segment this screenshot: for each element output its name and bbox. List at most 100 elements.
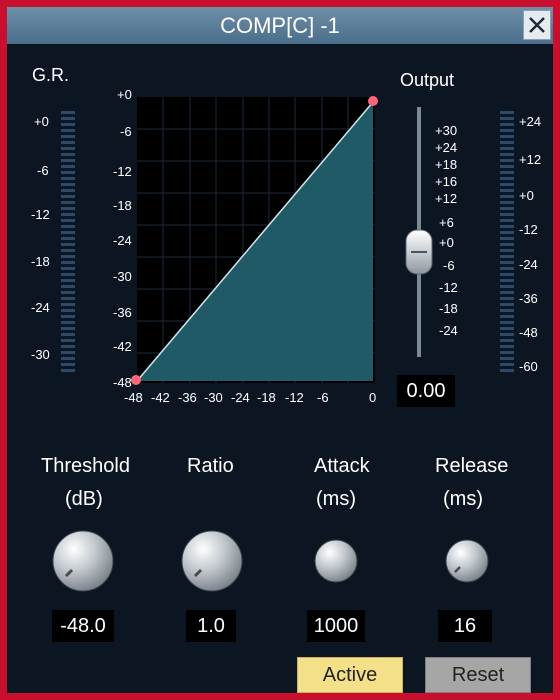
meter-segment bbox=[500, 201, 514, 204]
meter-segment bbox=[500, 315, 514, 318]
graph-x-tick: -42 bbox=[151, 390, 170, 405]
graph-x-tick: -48 bbox=[124, 390, 143, 405]
meter-segment bbox=[500, 273, 514, 276]
fader-tick: +18 bbox=[435, 157, 458, 172]
meter-segment bbox=[500, 219, 514, 222]
fader-tick: +30 bbox=[435, 123, 458, 138]
output-meter-tick: +0 bbox=[519, 188, 534, 203]
meter-segment bbox=[500, 195, 514, 198]
release-unit: (ms) bbox=[443, 488, 483, 510]
meter-segment bbox=[500, 339, 514, 342]
meter-segment bbox=[500, 297, 514, 300]
attack-unit: (ms) bbox=[316, 488, 356, 510]
ratio-label: Ratio bbox=[187, 455, 234, 477]
fader-tick: +16 bbox=[435, 174, 458, 189]
output-label: Output bbox=[400, 70, 455, 90]
threshold-unit: (dB) bbox=[65, 488, 103, 510]
meter-segment bbox=[500, 123, 514, 126]
attack-value[interactable]: 1000 bbox=[307, 610, 365, 642]
meter-segment bbox=[500, 285, 514, 288]
threshold-label: Threshold bbox=[41, 455, 130, 477]
reset-button[interactable]: Reset bbox=[425, 657, 531, 693]
meter-segment bbox=[500, 267, 514, 270]
meter-segment bbox=[500, 345, 514, 348]
meter-segment bbox=[500, 321, 514, 324]
meter-segment bbox=[500, 147, 514, 150]
meter-segment bbox=[500, 141, 514, 144]
meter-segment bbox=[500, 171, 514, 174]
attack-label: Attack bbox=[314, 455, 370, 477]
output-meter-tick: -24 bbox=[519, 257, 538, 272]
meter-segment bbox=[500, 135, 514, 138]
meter-segment bbox=[500, 117, 514, 120]
graph-y-tick: -48 bbox=[113, 375, 132, 390]
meter-segment bbox=[500, 261, 514, 264]
meter-segment bbox=[500, 255, 514, 258]
graph-y-tick: -18 bbox=[113, 198, 132, 213]
output-fader-handle[interactable] bbox=[405, 229, 433, 275]
meter-segment bbox=[500, 291, 514, 294]
meter-segment bbox=[500, 129, 514, 132]
meter-segment bbox=[500, 357, 514, 360]
meter-segment bbox=[500, 309, 514, 312]
meter-segment bbox=[500, 225, 514, 228]
graph-y-tick: -42 bbox=[113, 339, 132, 354]
meter-segment bbox=[500, 189, 514, 192]
meter-segment bbox=[500, 177, 514, 180]
graph-x-tick: -30 bbox=[204, 390, 223, 405]
meter-segment bbox=[500, 207, 514, 210]
threshold-knob[interactable] bbox=[52, 530, 114, 592]
fader-tick: -12 bbox=[439, 280, 458, 295]
curve-handle-high bbox=[368, 96, 378, 106]
meter-segment bbox=[500, 243, 514, 246]
meter-segment bbox=[500, 327, 514, 330]
meter-segment bbox=[500, 213, 514, 216]
graph-x-tick: -6 bbox=[317, 390, 329, 405]
threshold-value[interactable]: -48.0 bbox=[52, 610, 114, 642]
output-meter-tick: +24 bbox=[519, 114, 542, 129]
meter-segment bbox=[500, 159, 514, 162]
fader-tick: -24 bbox=[439, 323, 458, 338]
release-value[interactable]: 16 bbox=[438, 610, 492, 642]
meter-segment bbox=[500, 279, 514, 282]
meter-segment bbox=[500, 351, 514, 354]
meter-segment bbox=[500, 165, 514, 168]
ratio-value[interactable]: 1.0 bbox=[186, 610, 236, 642]
graph-x-tick: -36 bbox=[178, 390, 197, 405]
meter-segment bbox=[500, 363, 514, 366]
ratio-knob[interactable] bbox=[181, 530, 243, 592]
fader-tick: +0 bbox=[439, 235, 454, 250]
meter-segment bbox=[500, 333, 514, 336]
graph-y-tick: -36 bbox=[113, 305, 132, 320]
output-meter-tick: -60 bbox=[519, 359, 538, 374]
output-meter-tick: +12 bbox=[519, 152, 542, 167]
graph-x-tick: -18 bbox=[257, 390, 276, 405]
fader-tick: -18 bbox=[439, 301, 458, 316]
release-label: Release bbox=[435, 455, 509, 477]
output-meter bbox=[500, 111, 514, 381]
graph-x-tick: -12 bbox=[285, 390, 304, 405]
transfer-curve-graph[interactable] bbox=[7, 7, 553, 427]
attack-knob[interactable] bbox=[314, 539, 358, 583]
meter-segment bbox=[500, 231, 514, 234]
active-button[interactable]: Active bbox=[297, 657, 403, 693]
fader-tick: +12 bbox=[435, 191, 458, 206]
output-meter-tick: -36 bbox=[519, 291, 538, 306]
curve-handle-low bbox=[131, 375, 141, 385]
output-value[interactable]: 0.00 bbox=[397, 375, 455, 407]
graph-y-tick: -30 bbox=[113, 269, 132, 284]
meter-segment bbox=[500, 369, 514, 372]
meter-segment bbox=[500, 303, 514, 306]
output-meter-tick: -48 bbox=[519, 325, 538, 340]
release-knob[interactable] bbox=[445, 539, 489, 583]
graph-y-tick: -24 bbox=[113, 233, 132, 248]
compressor-window: COMP[C] -1 G.R. +0 -6 -12 -18 -24 -30 +0… bbox=[0, 0, 560, 700]
meter-segment bbox=[500, 183, 514, 186]
graph-y-tick: -12 bbox=[113, 164, 132, 179]
fader-tick: +24 bbox=[435, 140, 458, 155]
fader-tick: +6 bbox=[439, 215, 454, 230]
meter-segment bbox=[500, 249, 514, 252]
meter-segment bbox=[500, 153, 514, 156]
graph-x-tick: 0 bbox=[369, 390, 377, 405]
output-meter-tick: -12 bbox=[519, 222, 538, 237]
